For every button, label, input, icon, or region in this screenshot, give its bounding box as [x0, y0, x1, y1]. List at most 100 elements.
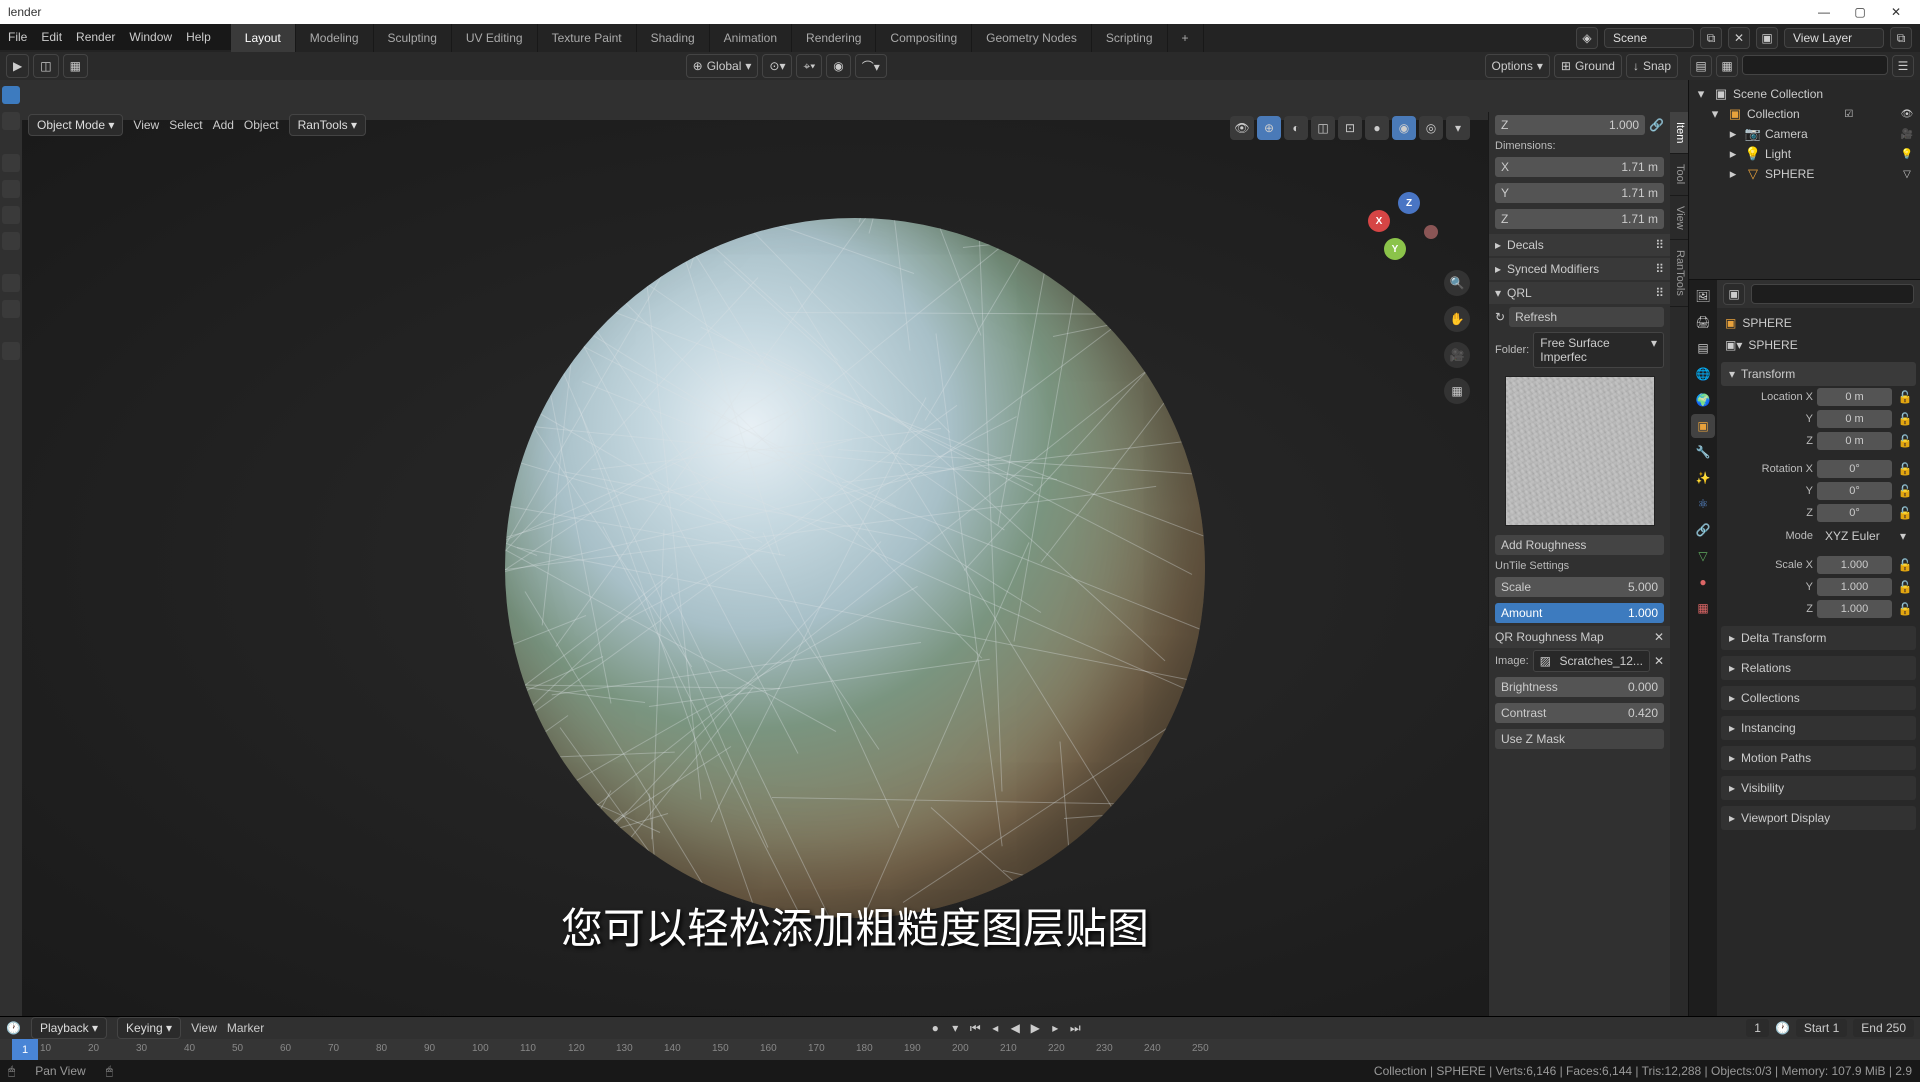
timeline-ruler[interactable]: 1 10203040506070809010011012013014015016… — [0, 1039, 1920, 1060]
gizmo-neg-axis[interactable] — [1424, 225, 1438, 239]
gizmo-z-axis[interactable]: Z — [1398, 192, 1420, 214]
select-mode2-icon[interactable]: ▦ — [63, 54, 88, 78]
lock-icon[interactable]: 🔓 — [1896, 484, 1914, 498]
gizmo-y-axis[interactable]: Y — [1384, 238, 1406, 260]
data-breadcrumb[interactable]: ▣▾SPHERE — [1721, 334, 1916, 356]
loc-y-field[interactable]: 0 m — [1817, 410, 1892, 428]
minimize-button[interactable]: — — [1816, 5, 1832, 19]
dim-x-field[interactable]: X1.71 m — [1495, 157, 1664, 177]
transform-panel-header[interactable]: ▾ Transform — [1721, 362, 1916, 386]
proptab-render[interactable]: 🖼 — [1691, 284, 1715, 308]
start-frame-field[interactable]: Start 1 — [1796, 1019, 1847, 1037]
viewport-menu-select[interactable]: Select — [169, 118, 202, 132]
rot-y-field[interactable]: 0° — [1817, 482, 1892, 500]
playhead[interactable]: 1 — [12, 1039, 38, 1060]
lock-icon[interactable]: 🔓 — [1896, 602, 1914, 616]
pan-icon[interactable]: ✋ — [1444, 306, 1470, 332]
menu-help[interactable]: Help — [186, 30, 211, 44]
refresh-icon[interactable]: ↻ — [1495, 310, 1505, 324]
move-tool[interactable] — [2, 154, 20, 172]
outliner-filter2-icon[interactable]: ☰ — [1892, 55, 1914, 77]
proptab-data[interactable]: ▽ — [1691, 544, 1715, 568]
options-dropdown[interactable]: Options ▾ — [1485, 54, 1550, 78]
usez-button[interactable]: Use Z Mask — [1495, 729, 1664, 749]
dim-y-field[interactable]: Y1.71 m — [1495, 183, 1664, 203]
menu-render[interactable]: Render — [76, 30, 115, 44]
rot-z-field[interactable]: 0° — [1817, 504, 1892, 522]
synced-section[interactable]: ▸ Synced Modifiers⠿ — [1489, 258, 1670, 280]
proptab-constraints[interactable]: 🔗 — [1691, 518, 1715, 542]
brightness-field[interactable]: Brightness0.000 — [1495, 677, 1664, 697]
proptab-modifier[interactable]: 🔧 — [1691, 440, 1715, 464]
addcube-tool[interactable] — [2, 342, 20, 360]
outliner-item-sphere[interactable]: ▸▽SPHERE▽ — [1689, 164, 1920, 184]
visibility-header[interactable]: ▸ Visibility — [1721, 776, 1916, 800]
xray-toggle-icon[interactable]: ◫ — [1311, 116, 1335, 140]
orientation-dropdown[interactable]: ⊕ Global ▾ — [686, 54, 759, 78]
viewport-menu-add[interactable]: Add — [213, 118, 234, 132]
scene-name-input[interactable]: Scene — [1604, 28, 1694, 48]
overlay-toggle-icon[interactable]: ◐ — [1284, 116, 1308, 140]
timeline-icon[interactable]: 🕐 — [6, 1021, 21, 1035]
workspace-tab-sculpting[interactable]: Sculpting — [374, 24, 452, 52]
npanel-tab-tool[interactable]: Tool — [1670, 154, 1688, 195]
pivot-dropdown[interactable]: ⊙▾ — [762, 54, 792, 78]
image-dropdown[interactable]: ▨ Scratches_12... — [1533, 650, 1650, 672]
workspace-tab-compositing[interactable]: Compositing — [876, 24, 972, 52]
timeline-marker-menu[interactable]: Marker — [227, 1021, 264, 1035]
timeline-view-menu[interactable]: View — [191, 1021, 217, 1035]
play-reverse-icon[interactable]: ◀ — [1006, 1019, 1024, 1037]
proptab-scene[interactable]: 🌐 — [1691, 362, 1715, 386]
workspace-tab-texturepaint[interactable]: Texture Paint — [538, 24, 637, 52]
workspace-tab-scripting[interactable]: Scripting — [1092, 24, 1168, 52]
viewlayer-browse-icon[interactable]: ▣ — [1756, 27, 1778, 49]
menu-edit[interactable]: Edit — [41, 30, 62, 44]
qrl-section[interactable]: ▾ QRL⠿ — [1489, 282, 1670, 304]
proptab-physics[interactable]: ⚛ — [1691, 492, 1715, 516]
workspace-tab-rendering[interactable]: Rendering — [792, 24, 876, 52]
scale-z-field[interactable]: 1.000 — [1817, 600, 1892, 618]
close-icon[interactable]: ✕ — [1654, 630, 1664, 644]
instancing-header[interactable]: ▸ Instancing — [1721, 716, 1916, 740]
close-button[interactable]: ✕ — [1888, 5, 1904, 19]
propedit-toggle[interactable]: ◉ — [826, 54, 850, 78]
outliner-filter-icon[interactable]: ▤ — [1690, 55, 1712, 77]
workspace-tab-shading[interactable]: Shading — [637, 24, 710, 52]
add-roughness-button[interactable]: Add Roughness — [1495, 535, 1664, 555]
menu-window[interactable]: Window — [129, 30, 172, 44]
jump-nextkey-icon[interactable]: ▸ — [1046, 1019, 1064, 1037]
texture-thumbnail[interactable] — [1505, 376, 1655, 526]
zoom-icon[interactable]: 🔍 — [1444, 270, 1470, 296]
rotmode-dropdown[interactable]: XYZ Euler▾ — [1817, 526, 1914, 546]
jump-prevkey-icon[interactable]: ◂ — [986, 1019, 1004, 1037]
decals-section[interactable]: ▸ Decals⠿ — [1489, 234, 1670, 256]
workspace-tab-geonodes[interactable]: Geometry Nodes — [972, 24, 1092, 52]
proptab-material[interactable]: ● — [1691, 570, 1715, 594]
shading-dropdown-icon[interactable]: ▾ — [1446, 116, 1470, 140]
npanel-tab-item[interactable]: Item — [1670, 112, 1688, 154]
matprev-shading-icon[interactable]: ◉ — [1392, 116, 1416, 140]
scale-y-field[interactable]: 1.000 — [1817, 578, 1892, 596]
contrast-field[interactable]: Contrast0.420 — [1495, 703, 1664, 723]
jump-end-icon[interactable]: ⏭ — [1066, 1019, 1084, 1037]
measure-tool[interactable] — [2, 300, 20, 318]
lock-icon[interactable]: 🔓 — [1896, 434, 1914, 448]
image-clear-icon[interactable]: ✕ — [1654, 654, 1664, 668]
dim-z-field[interactable]: Z1.71 m — [1495, 209, 1664, 229]
workspace-tab-uvediting[interactable]: UV Editing — [452, 24, 538, 52]
navigation-gizmo[interactable]: Z X Y — [1368, 190, 1438, 260]
workspace-tab-modeling[interactable]: Modeling — [296, 24, 374, 52]
proptab-output[interactable]: 🖨 — [1691, 310, 1715, 334]
gizmo-x-axis[interactable]: X — [1368, 210, 1390, 232]
proptab-particles[interactable]: ✨ — [1691, 466, 1715, 490]
end-frame-field[interactable]: End 250 — [1853, 1019, 1914, 1037]
scene-browse-icon[interactable]: ◈ — [1576, 27, 1598, 49]
wireframe-shading-icon[interactable]: ⊡ — [1338, 116, 1362, 140]
clock-icon[interactable]: 🕐 — [1775, 1021, 1790, 1035]
cursor-tool[interactable] — [2, 112, 20, 130]
proptab-viewlayer[interactable]: ▤ — [1691, 336, 1715, 360]
propedit-falloff[interactable]: ⌒▾ — [855, 54, 887, 78]
delta-transform-header[interactable]: ▸ Delta Transform — [1721, 626, 1916, 650]
ground-pill[interactable]: ⊞ Ground — [1554, 54, 1622, 78]
scale-field[interactable]: Scale5.000 — [1495, 577, 1664, 597]
